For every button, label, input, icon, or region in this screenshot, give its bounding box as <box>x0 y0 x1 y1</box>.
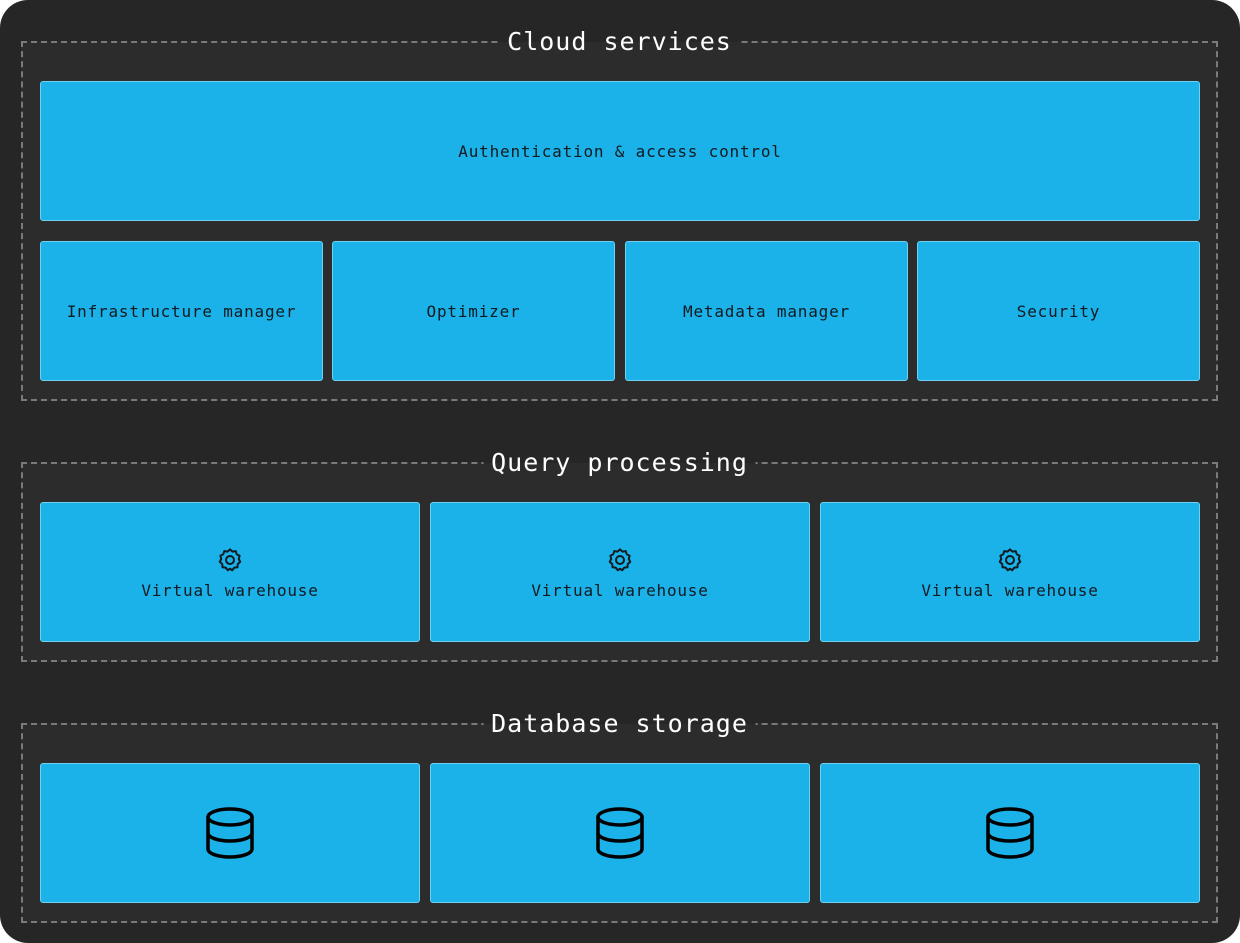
database-box <box>820 763 1200 903</box>
database-box <box>430 763 810 903</box>
database-storage-title: Database storage <box>483 705 756 743</box>
virtual-warehouse-box: Virtual warehouse <box>430 502 810 642</box>
box-label: Virtual warehouse <box>921 580 1099 600</box>
box-label: Authentication & access control <box>458 141 782 161</box>
cloud-services-title: Cloud services <box>499 23 740 61</box>
database-icon <box>986 807 1034 859</box>
box-label: Infrastructure manager <box>66 301 297 321</box>
diagram-frame: Cloud services Authentication & access c… <box>0 0 1240 943</box>
metadata-manager-box: Metadata manager <box>625 241 908 381</box>
security-box: Security <box>917 241 1200 381</box>
optimizer-box: Optimizer <box>332 241 615 381</box>
auth-access-control-box: Authentication & access control <box>40 81 1200 221</box>
box-label: Virtual warehouse <box>141 580 319 600</box>
virtual-warehouse-box: Virtual warehouse <box>40 502 420 642</box>
box-label: Security <box>1016 301 1101 321</box>
database-icon <box>206 807 254 859</box>
box-label: Metadata manager <box>683 301 850 321</box>
gear-icon <box>998 547 1022 571</box>
box-label: Optimizer <box>426 301 521 321</box>
database-icon <box>596 807 644 859</box>
gear-icon <box>608 547 632 571</box>
gear-icon <box>218 547 242 571</box>
box-label: Virtual warehouse <box>531 580 709 600</box>
database-box <box>40 763 420 903</box>
query-processing-title: Query processing <box>483 444 756 482</box>
virtual-warehouse-box: Virtual warehouse <box>820 502 1200 642</box>
infrastructure-manager-box: Infrastructure manager <box>40 241 323 381</box>
